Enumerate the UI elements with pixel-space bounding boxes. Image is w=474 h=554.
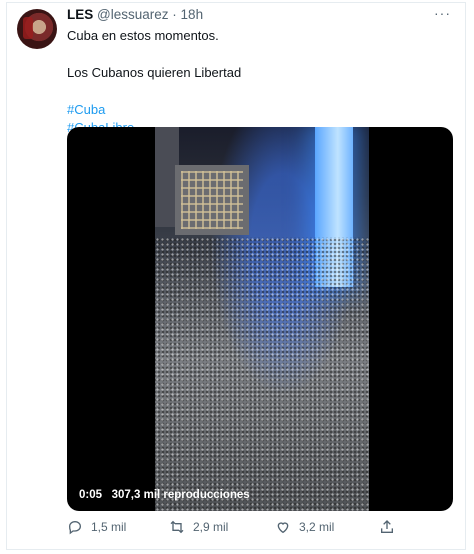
tweet-header: LES @lessuarez · 18h [67,7,455,25]
reply-icon [68,520,82,535]
tweet-line: Cuba en estos momentos. [67,28,219,43]
action-bar: 1,5 mil 2,9 mil 3,2 mil [67,519,407,541]
heart-icon [277,522,289,534]
video-player[interactable]: 0:05 307,3 mil reproducciones [67,127,453,511]
avatar[interactable] [17,9,57,49]
share-icon [381,520,393,533]
hashtag-link[interactable]: #Cuba [67,101,451,119]
tweet-text: Cuba en estos momentos. Los Cubanos quie… [67,27,451,137]
video-frame [155,127,369,511]
more-options-icon[interactable]: ··· [434,5,451,21]
like-button[interactable]: 3,2 mil [275,519,334,535]
video-views: 307,3 mil reproducciones [111,489,250,501]
retweet-icon [170,520,184,534]
building-shape [175,165,249,235]
separator-dot: · [172,7,177,22]
tweet-line: Los Cubanos quieren Libertad [67,65,242,80]
crowd-texture [155,237,369,511]
reply-button[interactable]: 1,5 mil [67,519,126,535]
author-handle[interactable]: @lessuarez [97,7,168,22]
tweet-time[interactable]: 18h [181,7,204,22]
retweet-button[interactable]: 2,9 mil [169,519,228,535]
video-elapsed: 0:05 [79,489,103,501]
video-overlay: 0:05 307,3 mil reproducciones [79,489,250,501]
share-button[interactable] [379,519,395,535]
retweet-count: 2,9 mil [193,520,229,534]
like-count: 3,2 mil [299,520,335,534]
tweet-card[interactable]: LES @lessuarez · 18h ··· Cuba en estos m… [6,2,466,550]
reply-count: 1,5 mil [91,520,127,534]
author-name[interactable]: LES [67,7,93,22]
